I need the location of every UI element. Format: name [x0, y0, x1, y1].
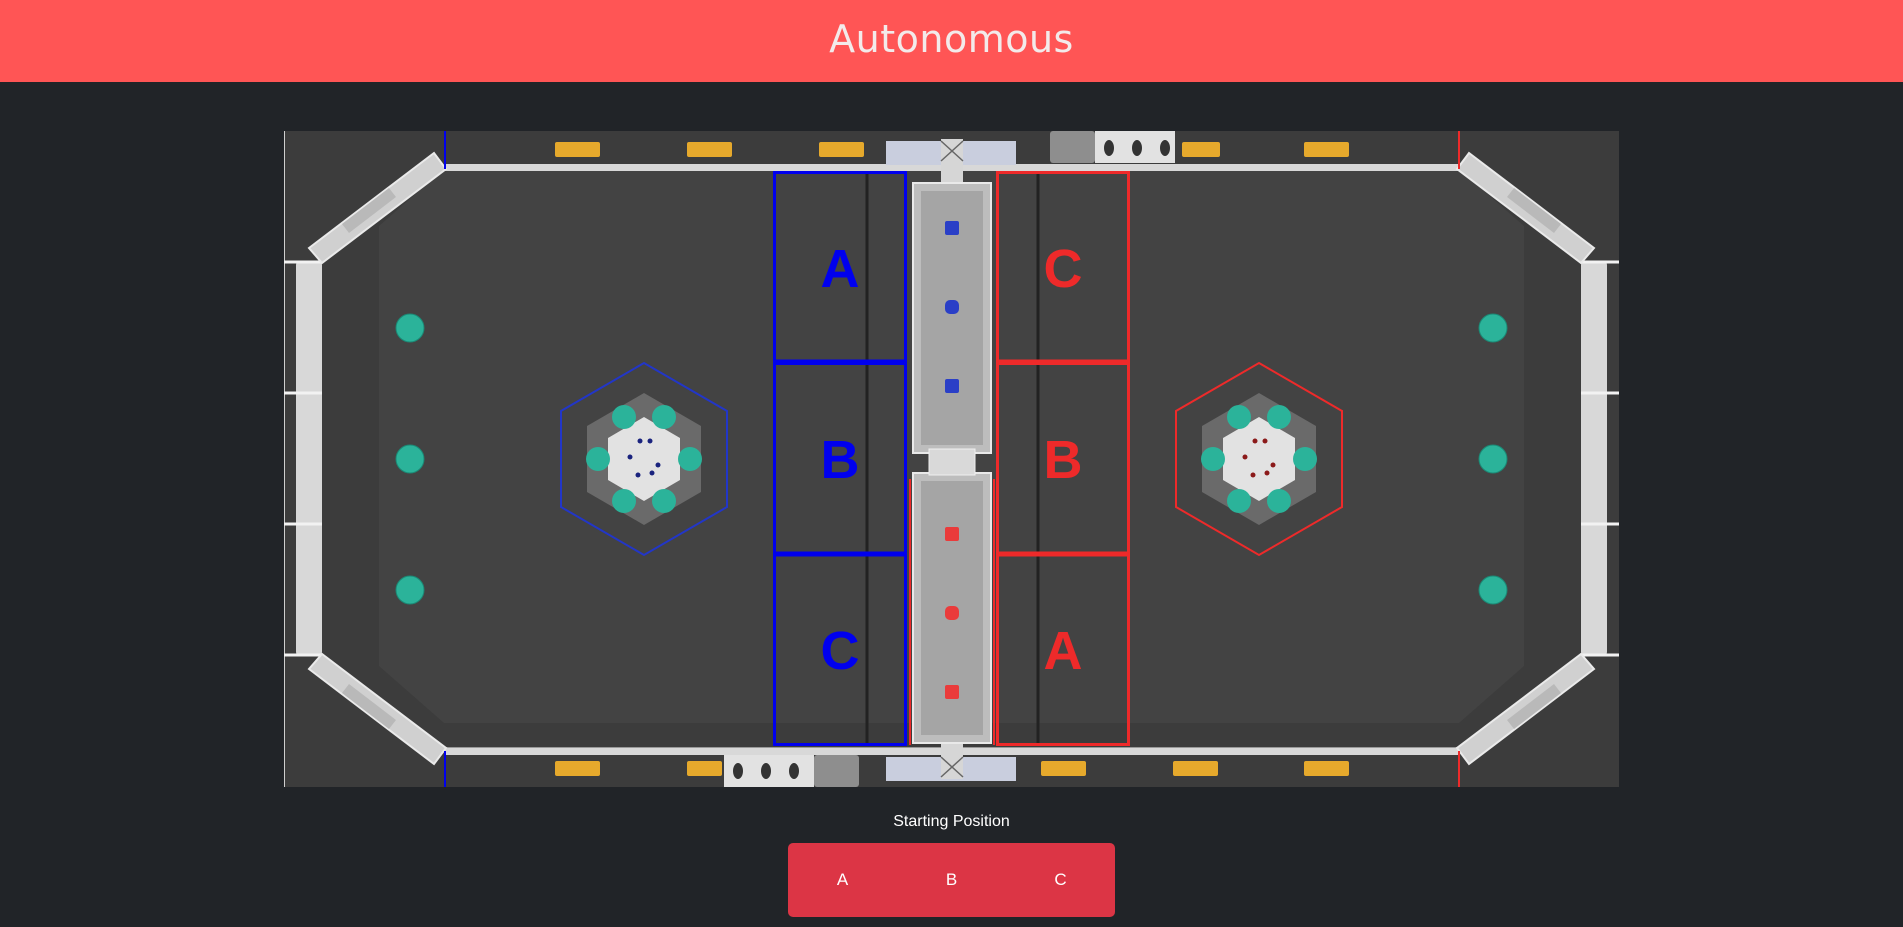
starting-position-button-group: A B C — [788, 843, 1115, 917]
left-wall — [296, 261, 322, 656]
blue-zone-label: A — [821, 239, 860, 299]
ball — [1478, 313, 1508, 343]
blue-zone-label: B — [821, 430, 860, 490]
ball — [395, 313, 425, 343]
equipment-box-bottom — [724, 755, 859, 787]
starting-position-a-button[interactable]: A — [788, 843, 897, 917]
red-zone-label: C — [1044, 239, 1083, 299]
ball — [1478, 444, 1508, 474]
right-wall — [1581, 261, 1607, 656]
ball — [1478, 575, 1508, 605]
page-title: Autonomous — [829, 17, 1074, 61]
page-header: Autonomous — [0, 0, 1903, 82]
equipment-box-top — [1050, 131, 1175, 163]
starting-position-b-button[interactable]: B — [897, 843, 1006, 917]
ball — [395, 575, 425, 605]
starting-position-c-button[interactable]: C — [1006, 843, 1115, 917]
red-zone-label: A — [1044, 621, 1083, 681]
field-map: A B C C B A — [284, 131, 1619, 787]
starting-position-label: Starting Position — [893, 813, 1010, 830]
blue-zone-label: C — [821, 621, 860, 681]
ball — [395, 444, 425, 474]
red-zone-label: B — [1044, 430, 1083, 490]
